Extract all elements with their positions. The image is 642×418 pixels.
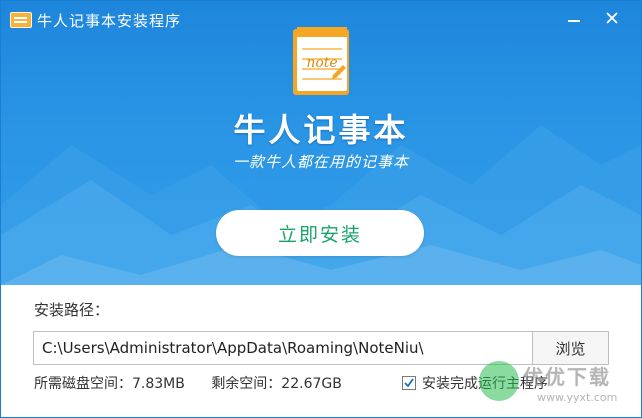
install-now-button[interactable]: 立即安装 [216,210,424,256]
product-slogan: 一款牛人都在用的记事本 [232,153,409,171]
close-icon [606,12,618,24]
installer-window: 牛人记事本安装程序 note 牛人记事本 一款牛人都在用的记事本 立即安装 安装… [0,0,642,418]
required-space-text: 所需磁盘空间：7.83MB [34,376,185,392]
logo-word: note [306,55,337,71]
install-path-label: 安装路径： [34,301,110,319]
minimize-icon [568,20,580,22]
free-space-text: 剩余空间：22.67GB [211,376,342,392]
run-after-install-option[interactable]: 安装完成运行主程序 [402,373,548,393]
install-path-row: 浏览 [33,331,609,365]
install-path-input[interactable] [34,332,538,364]
app-icon [10,12,32,28]
run-after-install-label: 安装完成运行主程序 [422,376,548,392]
disk-space-info: 所需磁盘空间：7.83MB 剩余空间：22.67GB [34,373,364,393]
run-after-install-checkbox[interactable] [402,376,416,390]
product-name: 牛人记事本 [233,111,409,149]
window-title: 牛人记事本安装程序 [37,12,182,30]
checkmark-icon [404,378,414,388]
notebook-logo-icon: note [293,27,349,95]
minimize-button[interactable] [559,5,589,31]
header-banner: 牛人记事本安装程序 note 牛人记事本 一款牛人都在用的记事本 立即安装 [1,1,641,285]
watermark-url: www.yyxt.com [537,391,618,404]
close-button[interactable] [597,5,627,31]
browse-button[interactable]: 浏览 [532,332,608,364]
